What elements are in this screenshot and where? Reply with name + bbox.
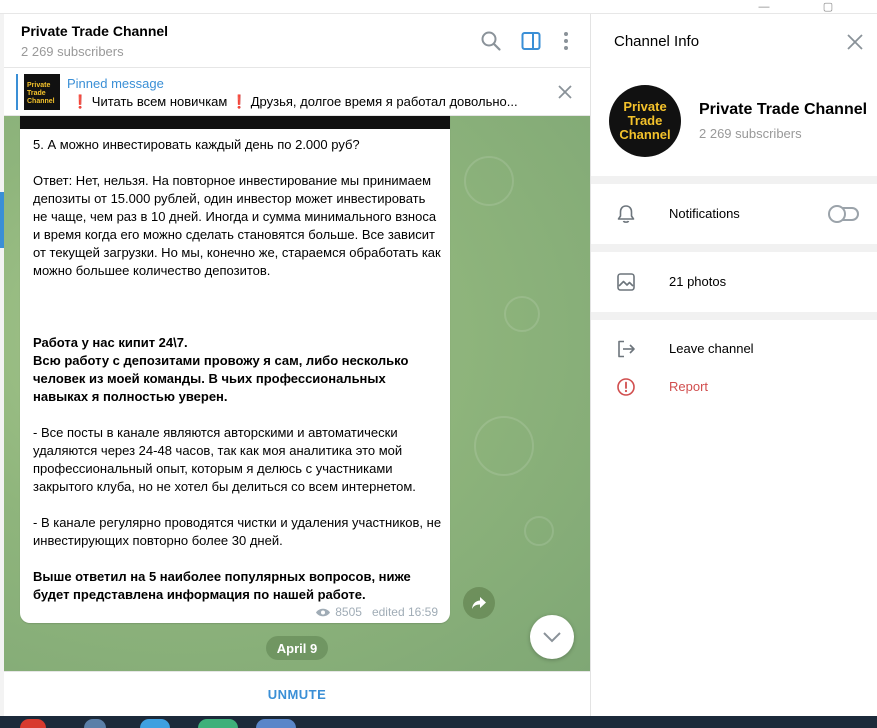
leave-channel-label: Leave channel	[669, 341, 754, 356]
message-bubble[interactable]: 5. А можно инвестировать каждый день по …	[20, 116, 450, 623]
report-label: Report	[669, 379, 709, 394]
report-row[interactable]: Report	[591, 369, 877, 405]
chat-subscribers: 2 269 subscribers	[21, 44, 124, 59]
maximize-icon[interactable]: ▢	[808, 0, 848, 13]
message-paragraph: Работа у нас кипит 24\7.	[33, 335, 188, 350]
message-meta: 8505 edited 16:59	[315, 605, 438, 619]
report-icon	[617, 378, 635, 396]
chat-title[interactable]: Private Trade Channel	[21, 23, 168, 39]
taskbar-app-icon[interactable]	[84, 719, 106, 728]
chevron-down-icon	[543, 632, 561, 643]
share-arrow-icon	[472, 597, 486, 609]
os-taskbar	[0, 716, 877, 728]
photos-row[interactable]: 21 photos	[591, 264, 877, 300]
photo-icon	[617, 273, 635, 291]
message-paragraph: - Все посты в канале являются авторскими…	[33, 425, 416, 494]
unmute-button[interactable]: UNMUTE	[268, 687, 327, 702]
notifications-toggle[interactable]	[828, 205, 859, 223]
chat-area[interactable]: 5. А можно инвестировать каждый день по …	[4, 116, 590, 671]
chat-header[interactable]: Private Trade Channel 2 269 subscribers	[4, 14, 590, 68]
notifications-label: Notifications	[669, 206, 740, 221]
more-options-icon[interactable]	[554, 29, 578, 53]
share-button[interactable]	[463, 587, 495, 619]
leave-channel-row[interactable]: Leave channel	[591, 331, 877, 367]
pinned-message-bar[interactable]: Private Trade Channel Pinned message ❗ Ч…	[4, 68, 590, 116]
channel-subscribers: 2 269 subscribers	[699, 126, 802, 141]
unmute-bar[interactable]: UNMUTE	[4, 671, 590, 716]
notifications-row[interactable]: Notifications	[591, 196, 877, 232]
message-paragraph: - В канале регулярно проводятся чистки и…	[33, 515, 442, 548]
edited-time: edited 16:59	[371, 605, 438, 619]
bell-icon	[617, 205, 635, 223]
channel-info-panel: Channel Info Private Trade Channel Priva…	[591, 14, 877, 716]
window-titlebar: — ▢	[0, 0, 877, 14]
message-paragraph: Ответ: Нет, нельзя. На повторное инвести…	[33, 173, 441, 278]
taskbar-app-icon[interactable]	[198, 719, 238, 728]
search-icon[interactable]	[479, 29, 503, 53]
pinned-title: Pinned message	[67, 76, 164, 91]
eye-icon	[316, 608, 331, 616]
info-title: Channel Info	[614, 33, 700, 50]
leave-icon	[618, 340, 635, 358]
message-paragraph: Выше ответил на 5 наиболее популярных во…	[33, 569, 411, 602]
minimize-icon[interactable]: —	[744, 0, 784, 13]
message-paragraph: 5. А можно инвестировать каждый день по …	[33, 137, 360, 152]
pinned-preview: ❗ Читать всем новичкам ❗ Друзья, долгое …	[72, 94, 518, 109]
message-media-edge	[20, 116, 450, 129]
views-count: 8505	[335, 605, 362, 619]
pinned-thumbnail: Private Trade Channel	[24, 74, 60, 110]
taskbar-app-icon[interactable]	[256, 719, 296, 728]
taskbar-app-icon[interactable]	[140, 719, 170, 728]
taskbar-app-icon[interactable]	[20, 719, 46, 728]
message-paragraph: Всю работу с депозитами провожу я сам, л…	[33, 353, 409, 404]
date-separator: April 9	[266, 636, 328, 660]
channel-name: Private Trade Channel	[699, 101, 868, 118]
scroll-down-button[interactable]	[530, 615, 574, 659]
close-icon[interactable]	[846, 33, 864, 51]
sidebar-toggle-icon[interactable]	[519, 29, 543, 53]
close-pinned-icon[interactable]	[556, 83, 574, 101]
channel-avatar[interactable]: Private Trade Channel	[609, 85, 681, 157]
photos-label: 21 photos	[669, 274, 727, 289]
